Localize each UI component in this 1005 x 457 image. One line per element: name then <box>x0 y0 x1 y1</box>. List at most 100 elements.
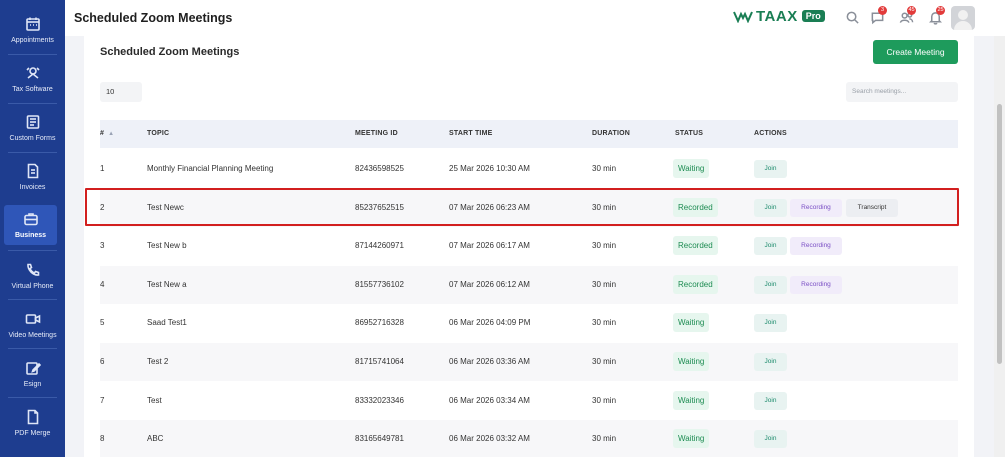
contacts-icon[interactable]: 45 <box>899 6 916 25</box>
sidebar-item-invoices[interactable]: Invoices <box>0 153 65 201</box>
column-label: # <box>100 130 105 137</box>
calendar-icon <box>25 16 41 32</box>
row-duration: 30 min <box>592 395 617 405</box>
row-start-time: 06 Mar 2026 03:32 AM <box>449 434 530 444</box>
chat-badge: 3 <box>878 6 887 15</box>
table-header: # ▲ TOPIC MEETING ID START TIME DURATION … <box>100 120 958 148</box>
recording-button[interactable]: Recording <box>790 275 842 294</box>
form-icon <box>25 114 41 130</box>
avatar[interactable] <box>951 6 975 30</box>
logo-text: TAAX <box>756 7 798 25</box>
sidebar-item-esign[interactable]: Esign <box>0 350 65 398</box>
join-button[interactable]: Join <box>754 314 787 333</box>
avatar-body <box>954 21 972 30</box>
column-header-actions: ACTIONS <box>754 130 787 137</box>
row-start-time: 07 Mar 2026 06:17 AM <box>449 241 530 251</box>
sidebar-item-tax-software[interactable]: Tax Software <box>0 55 65 103</box>
sidebar-item-label: Esign <box>23 381 42 388</box>
join-button[interactable]: Join <box>754 391 787 410</box>
sidebar-item-business[interactable]: Business <box>4 205 57 245</box>
video-icon <box>25 311 41 327</box>
taax-logo[interactable]: TAAX Pro <box>733 7 825 25</box>
sidebar-item-label: Business <box>14 232 47 239</box>
sidebar-item-virtual-phone[interactable]: Virtual Phone <box>0 252 65 300</box>
sidebar: Appointments Tax Software Custom Forms I… <box>0 0 65 457</box>
meetings-card: Scheduled Zoom Meetings Create Meeting 1… <box>84 36 974 457</box>
invoice-icon <box>25 163 41 179</box>
sidebar-item-pdf-merge[interactable]: PDF Merge <box>0 399 65 447</box>
pen-icon <box>25 360 41 376</box>
row-start-time: 06 Mar 2026 03:36 AM <box>449 357 530 366</box>
taax-logo-mark <box>733 11 753 23</box>
status-badge: Waiting <box>673 390 710 410</box>
chat-icon[interactable]: 3 <box>870 6 887 25</box>
row-meeting-id: 85237652515 <box>355 202 404 212</box>
scrollbar-thumb[interactable] <box>997 104 1002 364</box>
row-start-time: 06 Mar 2026 04:09 PM <box>449 318 531 328</box>
join-button[interactable]: Join <box>754 237 787 256</box>
sort-up-icon[interactable]: ▲ <box>108 131 114 137</box>
join-button[interactable]: Join <box>754 160 787 178</box>
row-start-time: 06 Mar 2026 03:34 AM <box>449 395 530 405</box>
avatar-head <box>958 10 968 20</box>
row-number: 1 <box>100 164 105 173</box>
table-row: 7 Test 83332023346 06 Mar 2026 03:34 AM 30 m… <box>100 382 958 420</box>
sidebar-item-video-meetings[interactable]: Video Meetings <box>0 301 65 349</box>
sidebar-item-custom-forms[interactable]: Custom Forms <box>0 104 65 152</box>
search-input[interactable] <box>846 82 958 102</box>
contacts-badge: 45 <box>907 6 916 15</box>
create-meeting-button[interactable]: Create Meeting <box>873 40 958 64</box>
sidebar-item-label: Custom Forms <box>9 135 56 142</box>
row-meeting-id: 81557736102 <box>355 279 404 289</box>
join-button[interactable]: Join <box>754 353 787 371</box>
sidebar-item-label: Tax Software <box>12 86 53 93</box>
table-row: 3 Test New b 87144260971 07 Mar 2026 06:17 … <box>100 227 958 265</box>
table-row: 4 Test New a 81557736102 07 Mar 2026 06:12 … <box>100 265 958 304</box>
join-button[interactable]: Join <box>754 430 787 449</box>
briefcase-icon <box>23 211 39 227</box>
column-header-number[interactable]: # ▲ <box>100 130 114 137</box>
join-button[interactable]: Join <box>754 275 787 294</box>
sidebar-divider <box>8 397 57 398</box>
column-header-duration: DURATION <box>592 130 631 137</box>
row-duration: 30 min <box>592 434 617 444</box>
column-header-start-time: START TIME <box>449 130 493 137</box>
sidebar-item-label: Video Meetings <box>8 332 57 339</box>
page-size-select[interactable]: 10 <box>100 82 142 102</box>
recording-button[interactable]: Recording <box>790 198 842 217</box>
logo-pro-badge: Pro <box>801 10 825 22</box>
sidebar-divider <box>8 299 57 300</box>
row-duration: 30 min <box>592 279 617 289</box>
row-number: 4 <box>100 279 105 289</box>
join-button[interactable]: Join <box>754 198 787 217</box>
sidebar-item-appointments[interactable]: Appointments <box>0 6 65 54</box>
table-row: 2 Test Newc 85237652515 07 Mar 2026 06:23 A… <box>100 188 958 227</box>
row-topic: Test <box>147 395 162 405</box>
recording-button[interactable]: Recording <box>790 237 842 256</box>
row-number: 2 <box>100 202 105 212</box>
row-meeting-id: 87144260971 <box>355 241 404 251</box>
sidebar-item-label: Invoices <box>19 184 46 191</box>
status-badge: Recorded <box>673 197 718 217</box>
status-badge: Waiting <box>673 159 710 178</box>
row-meeting-id: 83332023346 <box>355 395 404 405</box>
transcript-button[interactable]: Transcript <box>846 198 898 217</box>
row-duration: 30 min <box>592 202 617 212</box>
row-meeting-id: 83165649781 <box>355 434 404 444</box>
row-number: 5 <box>100 318 105 328</box>
bell-icon[interactable]: 25 <box>928 6 945 25</box>
sidebar-item-label: Appointments <box>11 37 54 44</box>
search-icon[interactable] <box>845 10 860 25</box>
phone-icon <box>25 262 41 278</box>
row-start-time: 07 Mar 2026 06:23 AM <box>449 202 530 212</box>
row-meeting-id: 82436598525 <box>355 164 404 173</box>
row-meeting-id: 86952716328 <box>355 318 404 328</box>
notifications-badge: 25 <box>936 6 945 15</box>
status-badge: Recorded <box>673 274 718 294</box>
table-row: 1 Monthly Financial Planning Meeting 82436… <box>100 150 958 188</box>
row-number: 6 <box>100 357 105 366</box>
column-header-meeting-id: MEETING ID <box>355 130 398 137</box>
status-badge: Waiting <box>673 429 710 449</box>
top-bar: Scheduled Zoom Meetings TAAX Pro 3 45 25 <box>65 0 1005 36</box>
row-topic: ABC <box>147 434 164 444</box>
